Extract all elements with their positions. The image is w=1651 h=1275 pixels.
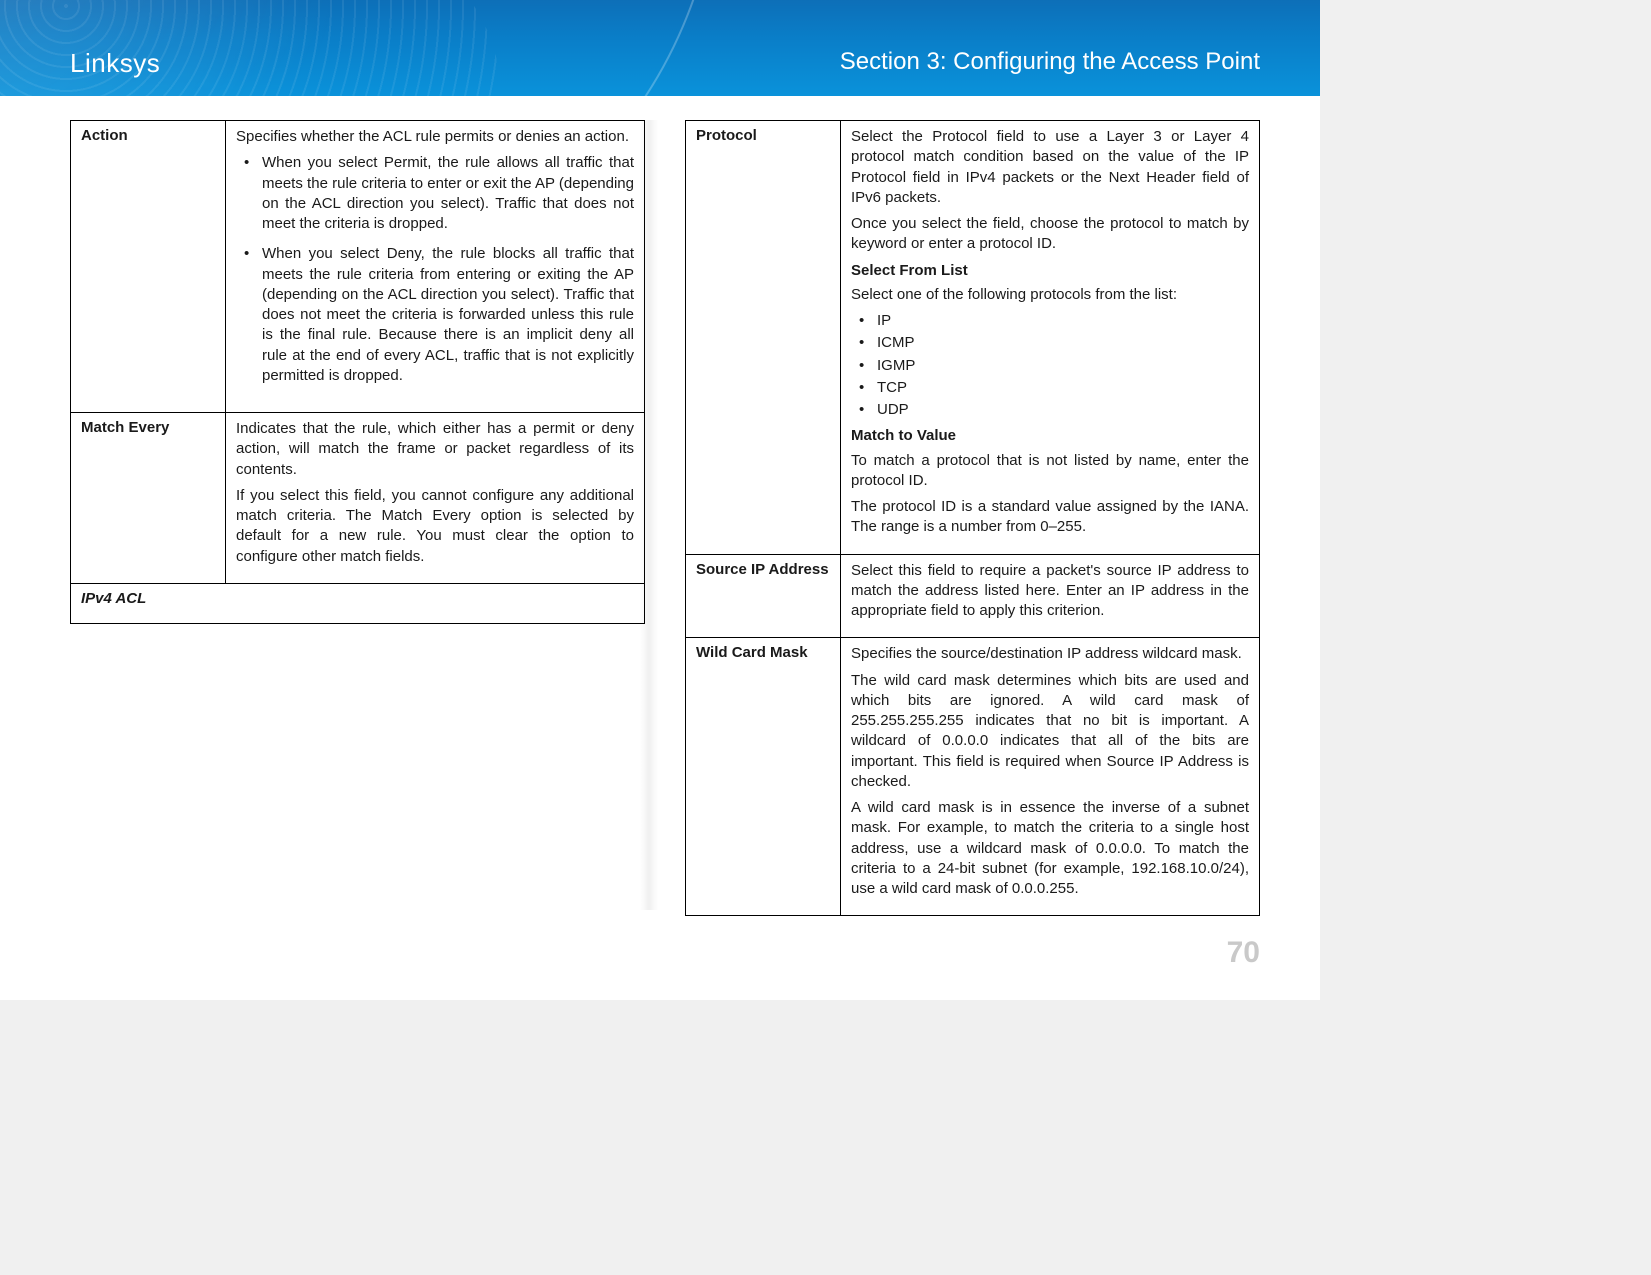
para: Select this field to require a packet's … bbox=[851, 561, 1249, 622]
sub-heading: Match to Value bbox=[851, 426, 1249, 446]
bullet-item: UDP bbox=[851, 400, 1249, 420]
bullet-item: TCP bbox=[851, 378, 1249, 398]
term-cell: Source IP Address bbox=[686, 554, 841, 638]
sub-heading: Select From List bbox=[851, 261, 1249, 281]
term-cell: Action bbox=[71, 121, 226, 413]
bullet-item: IGMP bbox=[851, 356, 1249, 376]
table-row: Match Every Indicates that the rule, whi… bbox=[71, 413, 645, 584]
table-row: Source IP Address Select this field to r… bbox=[686, 554, 1260, 638]
page-inner: Linksys Section 3: Configuring the Acces… bbox=[0, 0, 1320, 1000]
definition-cell: Select the Protocol field to use a Layer… bbox=[841, 121, 1260, 555]
section-heading-cell: IPv4 ACL bbox=[71, 583, 645, 623]
para: Indicates that the rule, which either ha… bbox=[236, 419, 634, 480]
left-column: Action Specifies whether the ACL rule pe… bbox=[70, 120, 645, 916]
definition-cell: Indicates that the rule, which either ha… bbox=[226, 413, 645, 584]
table-row: Protocol Select the Protocol field to us… bbox=[686, 121, 1260, 555]
bullet-item: ICMP bbox=[851, 333, 1249, 353]
right-definitions-table: Protocol Select the Protocol field to us… bbox=[685, 120, 1260, 916]
section-row: IPv4 ACL bbox=[71, 583, 645, 623]
table-row: Action Specifies whether the ACL rule pe… bbox=[71, 121, 645, 413]
para: If you select this field, you cannot con… bbox=[236, 486, 634, 567]
right-column: Protocol Select the Protocol field to us… bbox=[685, 120, 1260, 916]
definition-cell: Specifies whether the ACL rule permits o… bbox=[226, 121, 645, 413]
definition-cell: Select this field to require a packet's … bbox=[841, 554, 1260, 638]
para: A wild card mask is in essence the inver… bbox=[851, 798, 1249, 899]
bullet-item: IP bbox=[851, 311, 1249, 331]
bullet-item: When you select Deny, the rule blocks al… bbox=[236, 244, 634, 386]
para: The wild card mask determines which bits… bbox=[851, 671, 1249, 793]
para: Specifies the source/destination IP addr… bbox=[851, 644, 1249, 664]
header-band: Linksys Section 3: Configuring the Acces… bbox=[0, 0, 1320, 96]
definition-cell: Specifies the source/destination IP addr… bbox=[841, 638, 1260, 916]
para: Specifies whether the ACL rule permits o… bbox=[236, 127, 634, 147]
para: The protocol ID is a standard value assi… bbox=[851, 497, 1249, 538]
content-columns: Action Specifies whether the ACL rule pe… bbox=[70, 120, 1260, 916]
term-cell: Protocol bbox=[686, 121, 841, 555]
para: To match a protocol that is not listed b… bbox=[851, 451, 1249, 492]
page-background: Linksys Section 3: Configuring the Acces… bbox=[0, 0, 1651, 1275]
para: Once you select the field, choose the pr… bbox=[851, 214, 1249, 255]
term-cell: Match Every bbox=[71, 413, 226, 584]
brand-logo-text: Linksys bbox=[70, 48, 160, 79]
para: Select one of the following protocols fr… bbox=[851, 285, 1249, 305]
left-definitions-table: Action Specifies whether the ACL rule pe… bbox=[70, 120, 645, 624]
para: Select the Protocol field to use a Layer… bbox=[851, 127, 1249, 208]
section-title: Section 3: Configuring the Access Point bbox=[840, 48, 1260, 76]
bullet-item: When you select Permit, the rule allows … bbox=[236, 153, 634, 234]
table-row: Wild Card Mask Specifies the source/dest… bbox=[686, 638, 1260, 916]
term-cell: Wild Card Mask bbox=[686, 638, 841, 916]
page-number: 70 bbox=[1227, 936, 1260, 970]
